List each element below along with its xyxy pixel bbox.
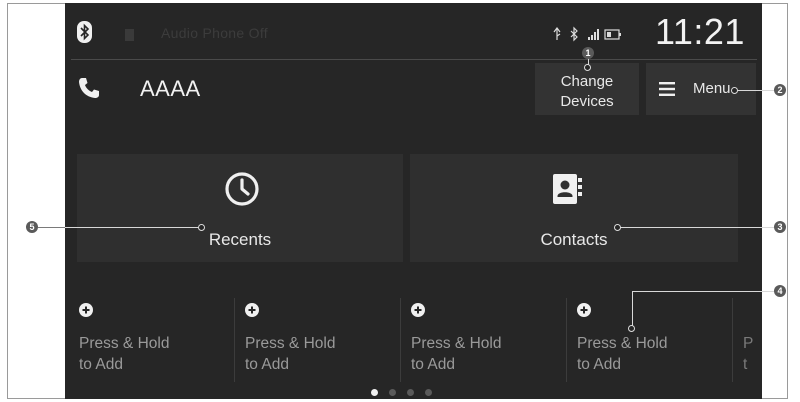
plus-circle-icon [79, 303, 93, 317]
speed-dial-separator [234, 298, 235, 382]
callout-4-leader [632, 291, 762, 292]
menu-button[interactable]: Menu [646, 63, 756, 115]
callout-4-tip [628, 325, 635, 332]
callout-4-leader-vertical [632, 291, 633, 329]
page-indicator[interactable] [371, 389, 441, 399]
callout-2-badge: 2 [774, 84, 786, 96]
callout-5-tip [198, 224, 205, 231]
callout-5-leader-outer [38, 227, 65, 228]
recents-tile[interactable]: Recents [77, 154, 403, 262]
speed-dial-slot-3[interactable]: Press & Hold to Add [411, 303, 561, 383]
page-dot-1[interactable] [371, 389, 378, 396]
callout-2-leader [737, 90, 762, 91]
battery-icon [604, 29, 621, 40]
callout-1-tip [584, 64, 591, 71]
menu-label: Menu [693, 80, 731, 97]
callout-1-badge: 1 [582, 47, 594, 59]
bluetooth-icon [77, 21, 92, 43]
callout-5-leader [65, 227, 198, 228]
speed-dial-text: Press & Hold to Add [411, 335, 502, 373]
page-dot-2[interactable] [389, 389, 396, 396]
callout-3-leader [620, 227, 762, 228]
audio-source-icon [125, 29, 134, 41]
menu-icon [659, 82, 675, 96]
change-devices-label-line1: Change [560, 73, 614, 90]
clock: 11:21 [655, 11, 745, 52]
contacts-tile[interactable]: Contacts [410, 154, 738, 262]
plus-circle-icon [577, 303, 591, 317]
phone-screen: Audio Phone Off 11:21 AAAA Change Device… [65, 3, 762, 399]
callout-3-badge: 3 [774, 221, 786, 233]
clock-icon [225, 172, 259, 206]
contacts-label: Contacts [540, 230, 608, 249]
status-bar: Audio Phone Off 11:21 [65, 3, 762, 57]
callout-4-leader-outer [762, 291, 774, 292]
callout-3-tip [614, 224, 621, 231]
speed-dial-slot-5-partial[interactable]: P t [743, 333, 753, 383]
callout-3-leader-outer [762, 227, 774, 228]
page-dot-3[interactable] [407, 389, 414, 396]
callout-5-badge: 5 [26, 221, 38, 233]
callout-2-tip [731, 87, 738, 94]
change-devices-label-line2: Devices [560, 93, 614, 110]
device-name: AAAA [140, 76, 201, 101]
callout-2-leader-outer [762, 90, 774, 91]
speed-dial-separator [400, 298, 401, 382]
bluetooth-small-icon [570, 26, 578, 42]
status-icons [553, 26, 621, 42]
signal-icon [588, 29, 599, 40]
speed-dial-slot-4[interactable]: Press & Hold to Add [577, 303, 727, 383]
callout-4-badge: 4 [774, 285, 786, 297]
speed-dial-separator [732, 298, 733, 382]
divider [71, 59, 757, 60]
plus-circle-icon [411, 303, 425, 317]
audio-source-text: Audio Phone Off [161, 25, 268, 41]
speed-dial-text: Press & Hold to Add [245, 335, 336, 373]
page-dot-4[interactable] [425, 389, 432, 396]
contacts-book-icon [553, 174, 582, 204]
speed-dial-text: Press & Hold to Add [577, 335, 668, 373]
speed-dial-slot-1[interactable]: Press & Hold to Add [79, 303, 229, 383]
plus-circle-icon [245, 303, 259, 317]
speed-dial-text: Press & Hold to Add [79, 335, 170, 373]
phone-icon [79, 78, 99, 98]
recents-label: Recents [208, 230, 272, 249]
speed-dial-separator [566, 298, 567, 382]
usb-icon [553, 27, 561, 40]
speed-dial-slot-2[interactable]: Press & Hold to Add [245, 303, 395, 383]
